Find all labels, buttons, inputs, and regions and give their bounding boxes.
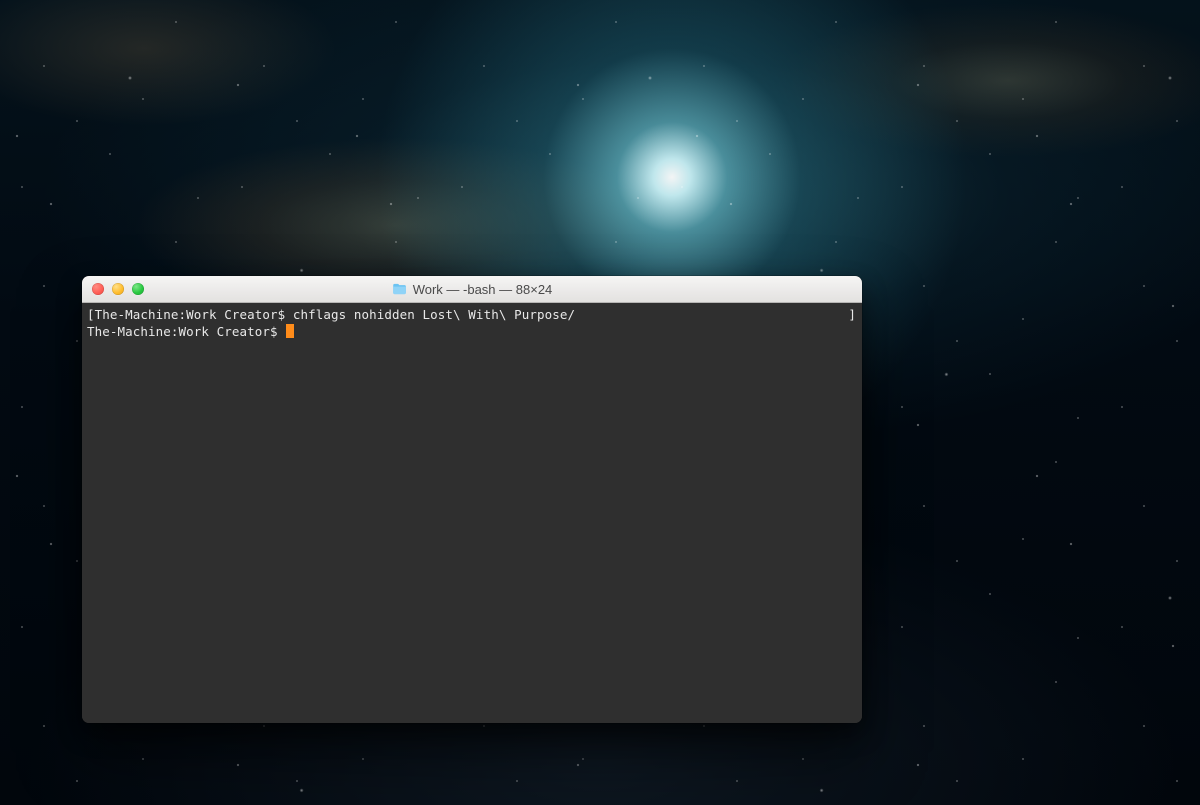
terminal-body[interactable]: [The-Machine:Work Creator$ chflags nohid… — [82, 303, 862, 723]
command-text: chflags nohidden Lost\ With\ Purpose/ — [293, 307, 575, 322]
left-bracket: [ — [87, 307, 95, 322]
close-button[interactable] — [92, 283, 104, 295]
window-title-group: Work — -bash — 88×24 — [82, 282, 862, 297]
traffic-lights — [82, 283, 144, 295]
terminal-line: [The-Machine:Work Creator$ chflags nohid… — [87, 306, 856, 323]
minimize-button[interactable] — [112, 283, 124, 295]
terminal-window[interactable]: Work — -bash — 88×24 [The-Machine:Work C… — [82, 276, 862, 723]
terminal-line: The-Machine:Work Creator$ — [87, 323, 856, 340]
right-bracket: ] — [848, 306, 856, 323]
cursor — [286, 324, 294, 338]
folder-icon — [392, 283, 407, 295]
prompt: The-Machine:Work Creator$ — [95, 307, 293, 322]
prompt: The-Machine:Work Creator$ — [87, 324, 285, 339]
window-titlebar[interactable]: Work — -bash — 88×24 — [82, 276, 862, 303]
zoom-button[interactable] — [132, 283, 144, 295]
window-title: Work — -bash — 88×24 — [413, 282, 553, 297]
